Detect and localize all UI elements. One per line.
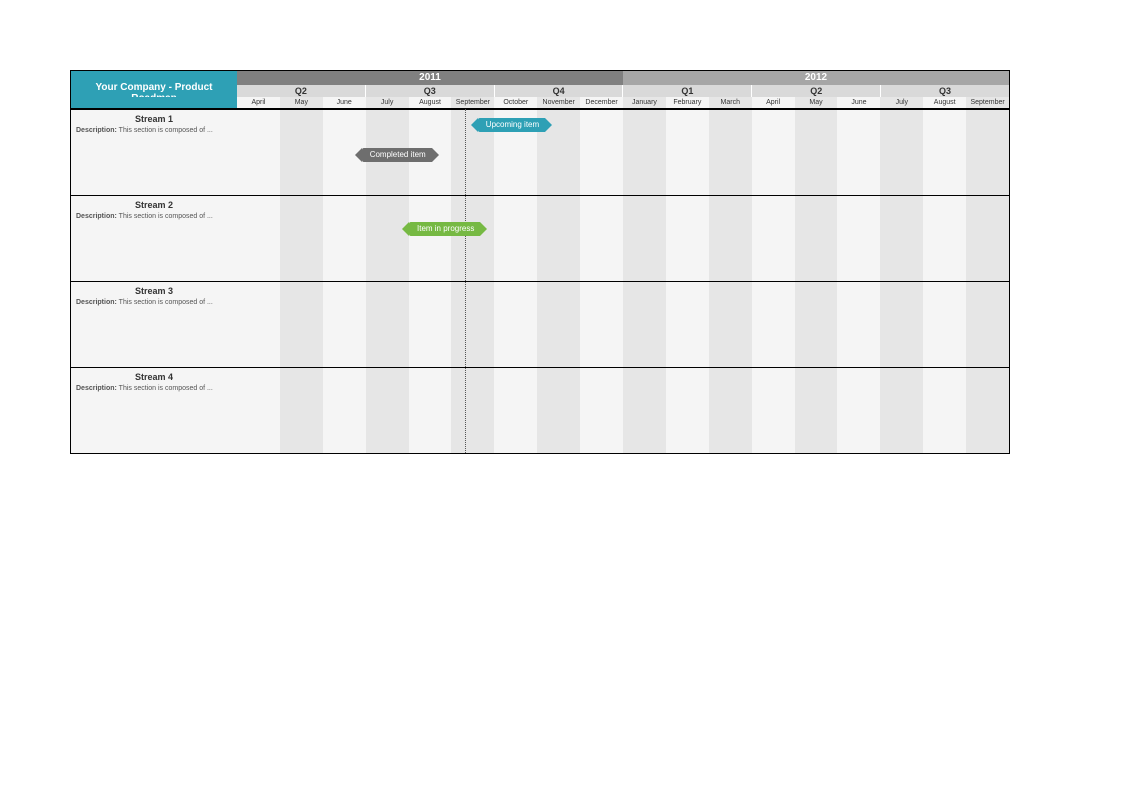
- month-november-2011: November: [537, 97, 580, 108]
- month-april-2011: April: [237, 97, 280, 108]
- quarter-q3-2011: Q3: [365, 85, 494, 97]
- task-in-progress-label: Item in progress: [417, 224, 474, 233]
- quarter-q4-2011: Q4: [494, 85, 623, 97]
- month-june-2011: June: [323, 97, 366, 108]
- month-march-2012: March: [709, 97, 752, 108]
- task-upcoming-label: Upcoming item: [486, 120, 539, 129]
- month-july-2011: July: [366, 97, 409, 108]
- task-completed[interactable]: Completed item: [362, 148, 432, 162]
- months-header: April May June July August September Oct…: [237, 97, 1009, 109]
- month-august-2012: August: [923, 97, 966, 108]
- roadmap-container: Your Company - Product Roadmap 2011 2012…: [70, 70, 1010, 454]
- month-august-2011: August: [409, 97, 452, 108]
- quarter-q2-2012: Q2: [751, 85, 880, 97]
- stream-4: Stream 4 Description: This section is co…: [71, 367, 1009, 453]
- month-october-2011: October: [494, 97, 537, 108]
- month-july-2012: July: [880, 97, 923, 108]
- month-may-2011: May: [280, 97, 323, 108]
- month-december-2011: December: [580, 97, 623, 108]
- month-june-2012: June: [837, 97, 880, 108]
- month-april-2012: April: [752, 97, 795, 108]
- stream-2-name: Stream 2: [76, 200, 232, 210]
- month-february-2012: February: [666, 97, 709, 108]
- streams-area: Stream 1 Description: This section is co…: [71, 109, 1009, 453]
- stream-3-name: Stream 3: [76, 286, 232, 296]
- stream-3: Stream 3 Description: This section is co…: [71, 281, 1009, 367]
- task-completed-label: Completed item: [370, 150, 426, 159]
- quarter-q3-2012: Q3: [880, 85, 1009, 97]
- month-may-2012: May: [795, 97, 838, 108]
- stream-2: Stream 2 Description: This section is co…: [71, 195, 1009, 281]
- month-september-2012: September: [966, 97, 1009, 108]
- stream-4-description: Description: This section is composed of…: [76, 385, 232, 392]
- stream-1: Stream 1 Description: This section is co…: [71, 109, 1009, 195]
- stream-1-description: Description: This section is composed of…: [76, 127, 232, 134]
- quarter-q2-2011: Q2: [237, 85, 365, 97]
- task-in-progress[interactable]: Item in progress: [409, 222, 480, 236]
- stream-4-name: Stream 4: [76, 372, 232, 382]
- stream-3-description: Description: This section is composed of…: [76, 299, 232, 306]
- task-upcoming[interactable]: Upcoming item: [478, 118, 545, 132]
- stream-1-name: Stream 1: [76, 114, 232, 124]
- month-september-2011: September: [451, 97, 494, 108]
- quarter-q1-2012: Q1: [622, 85, 751, 97]
- month-january-2012: January: [623, 97, 666, 108]
- today-indicator: [465, 109, 466, 453]
- stream-2-description: Description: This section is composed of…: [76, 213, 232, 220]
